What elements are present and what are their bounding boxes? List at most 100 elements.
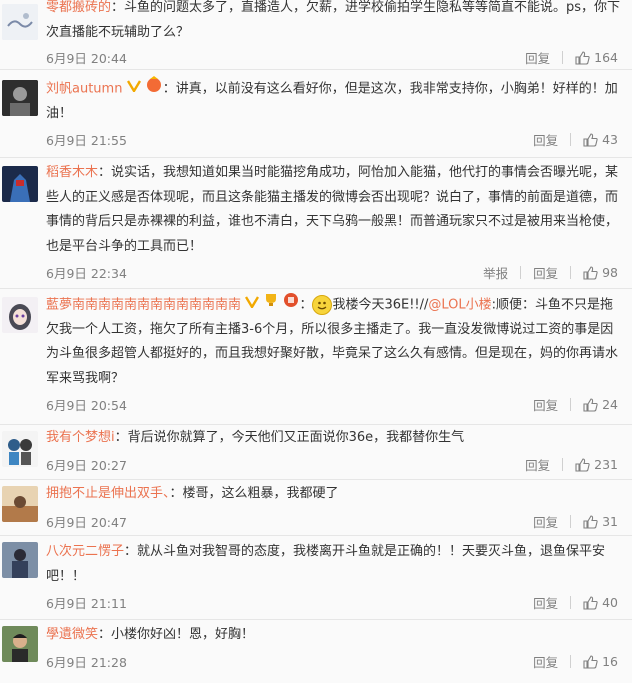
username-link[interactable]: 稻香木木 <box>46 165 98 180</box>
reply-button[interactable]: 回复 <box>525 48 550 67</box>
thumbs-up-icon <box>575 50 590 65</box>
level-badge-icon <box>283 292 299 318</box>
username-link[interactable]: 藍夢南南南南南南南南南南南南南 <box>46 297 241 312</box>
like-button[interactable]: 40 <box>583 595 618 610</box>
comment-item: 零都搬砖的：斗鱼的问题太多了，直播造人，欠薪，进学校偷拍学生隐私等等简直不能说。… <box>0 0 632 70</box>
divider <box>562 51 564 64</box>
comment-body: ：就从斗鱼对我智哥的态度，我楼离开斗鱼就是正确的！！天要灭斗鱼，退鱼保平安吧！！ <box>46 544 606 584</box>
like-count: 40 <box>602 595 618 610</box>
like-button[interactable]: 231 <box>575 457 618 472</box>
avatar[interactable] <box>2 80 38 116</box>
comment-item: 學遺微笑：小楼你好凶！恩，好胸！ 6月9日 21:28 回复 16 <box>0 620 632 683</box>
comment-body: ：说实话，我想知道如果当时能猫挖角成功，阿怡加入能猫，他代打的事情会否曝光呢，某… <box>46 165 619 254</box>
username-link[interactable]: 刘帆autumn <box>46 81 122 96</box>
username-link[interactable]: 八次元二愣子 <box>46 544 124 559</box>
like-count: 164 <box>594 50 618 65</box>
divider <box>570 266 572 279</box>
like-count: 231 <box>594 457 618 472</box>
trophy-icon <box>263 292 279 318</box>
comment-item: 藍夢南南南南南南南南南南南南南 ：我楼今天36E!!//@LOL小楼:顺便：斗鱼… <box>0 289 632 425</box>
comment-text: 稻香木木：说实话，我想知道如果当时能猫挖角成功，阿怡加入能猫，他代打的事情会否曝… <box>46 161 622 259</box>
reply-button[interactable]: 回复 <box>525 455 550 474</box>
divider <box>570 398 572 411</box>
like-button[interactable]: 164 <box>575 50 618 65</box>
divider <box>570 596 572 609</box>
divider <box>570 515 572 528</box>
thumbs-up-icon <box>583 132 598 147</box>
report-button[interactable]: 举报 <box>483 263 508 282</box>
reply-button[interactable]: 回复 <box>533 512 558 531</box>
reply-button[interactable]: 回复 <box>533 263 558 282</box>
username-link[interactable]: 零都搬砖的 <box>46 0 111 15</box>
comment-date: 6月9日 21:11 <box>46 596 127 611</box>
like-button[interactable]: 16 <box>583 654 618 669</box>
comment-text: 零都搬砖的：斗鱼的问题太多了，直播造人，欠薪，进学校偷拍学生隐私等等简直不能说。… <box>46 0 622 45</box>
comment-date: 6月9日 22:34 <box>46 266 127 281</box>
avatar[interactable] <box>2 297 38 333</box>
comment-date: 6月9日 20:44 <box>46 51 127 66</box>
reply-button[interactable]: 回复 <box>533 652 558 671</box>
avatar[interactable] <box>2 166 38 202</box>
comment-quote: 我楼今天36E!!// <box>332 297 429 313</box>
comment-item: 稻香木木：说实话，我想知道如果当时能猫挖角成功，阿怡加入能猫，他代打的事情会否曝… <box>0 158 632 289</box>
like-count: 24 <box>602 397 618 412</box>
avatar[interactable] <box>2 626 38 662</box>
comment-actions: 回复 40 <box>533 593 618 612</box>
comment-actions: 回复 43 <box>533 130 618 149</box>
comment-actions: 举报 回复 98 <box>483 263 618 282</box>
like-count: 43 <box>602 132 618 147</box>
comment-date: 6月9日 20:27 <box>46 458 127 473</box>
like-count: 16 <box>602 654 618 669</box>
comment-item: 我有个梦想i：背后说你就算了，今天他们又正面说你36e，我都替你生气 6月9日 … <box>0 425 632 480</box>
divider <box>570 133 572 146</box>
reply-button[interactable]: 回复 <box>533 130 558 149</box>
comment-item: 八次元二愣子：就从斗鱼对我智哥的态度，我楼离开斗鱼就是正确的！！天要灭斗鱼，退鱼… <box>0 536 632 620</box>
comment-actions: 回复 164 <box>525 48 618 67</box>
comment-text: 藍夢南南南南南南南南南南南南南 ：我楼今天36E!!//@LOL小楼:顺便：斗鱼… <box>46 292 622 391</box>
verified-v-icon <box>126 77 141 102</box>
avatar[interactable] <box>2 486 38 522</box>
comment-actions: 回复 16 <box>533 652 618 671</box>
comment-item: 拥抱不止是伸出双手、：楼哥，这么粗暴，我都硬了 6月9日 20:47 回复 31 <box>0 480 632 536</box>
comment-actions: 回复 31 <box>533 512 618 531</box>
like-count: 98 <box>602 265 618 280</box>
comment-text: 八次元二愣子：就从斗鱼对我智哥的态度，我楼离开斗鱼就是正确的！！天要灭斗鱼，退鱼… <box>46 540 622 589</box>
username-link[interactable]: 我有个梦想i <box>46 430 115 445</box>
comment-text: 拥抱不止是伸出双手、：楼哥，这么粗暴，我都硬了 <box>46 482 622 507</box>
mention-link[interactable]: @LOL小楼 <box>428 297 491 312</box>
avatar[interactable] <box>2 542 38 578</box>
comment-body: ：楼哥，这么粗暴，我都硬了 <box>169 486 339 501</box>
like-button[interactable]: 98 <box>583 265 618 280</box>
username-link[interactable]: 學遺微笑 <box>46 627 98 642</box>
thumbs-up-icon <box>583 265 598 280</box>
username-link[interactable]: 拥抱不止是伸出双手、 <box>46 486 170 501</box>
divider <box>520 266 522 279</box>
thumbs-up-icon <box>583 654 598 669</box>
comment-actions: 回复 24 <box>533 395 618 414</box>
comment-prefix: ： <box>299 297 313 313</box>
thumbs-up-icon <box>575 457 590 472</box>
avatar[interactable] <box>2 431 38 467</box>
member-badge-icon <box>145 76 163 102</box>
like-button[interactable]: 24 <box>583 397 618 412</box>
comment-text: 我有个梦想i：背后说你就算了，今天他们又正面说你36e，我都替你生气 <box>46 426 622 451</box>
comment-date: 6月9日 21:28 <box>46 655 127 670</box>
comment-body: ：小楼你好凶！恩，好胸！ <box>98 627 255 642</box>
thumbs-up-icon <box>583 514 598 529</box>
divider <box>570 655 572 668</box>
smile-emoji-icon <box>312 294 333 315</box>
comment-text: 學遺微笑：小楼你好凶！恩，好胸！ <box>46 623 622 648</box>
reply-button[interactable]: 回复 <box>533 593 558 612</box>
comment-date: 6月9日 20:47 <box>46 515 127 530</box>
comment-actions: 回复 231 <box>525 455 618 474</box>
comment-item: 刘帆autumn ：讲真，以前没有这么看好你，但是这次，我非常支持你，小胸弟！好… <box>0 70 632 158</box>
like-button[interactable]: 31 <box>583 514 618 529</box>
like-count: 31 <box>602 514 618 529</box>
like-button[interactable]: 43 <box>583 132 618 147</box>
avatar[interactable] <box>2 4 38 40</box>
reply-button[interactable]: 回复 <box>533 395 558 414</box>
comment-date: 6月9日 21:55 <box>46 133 127 148</box>
divider <box>562 458 564 471</box>
thumbs-up-icon <box>583 397 598 412</box>
verified-v-icon <box>245 293 260 318</box>
